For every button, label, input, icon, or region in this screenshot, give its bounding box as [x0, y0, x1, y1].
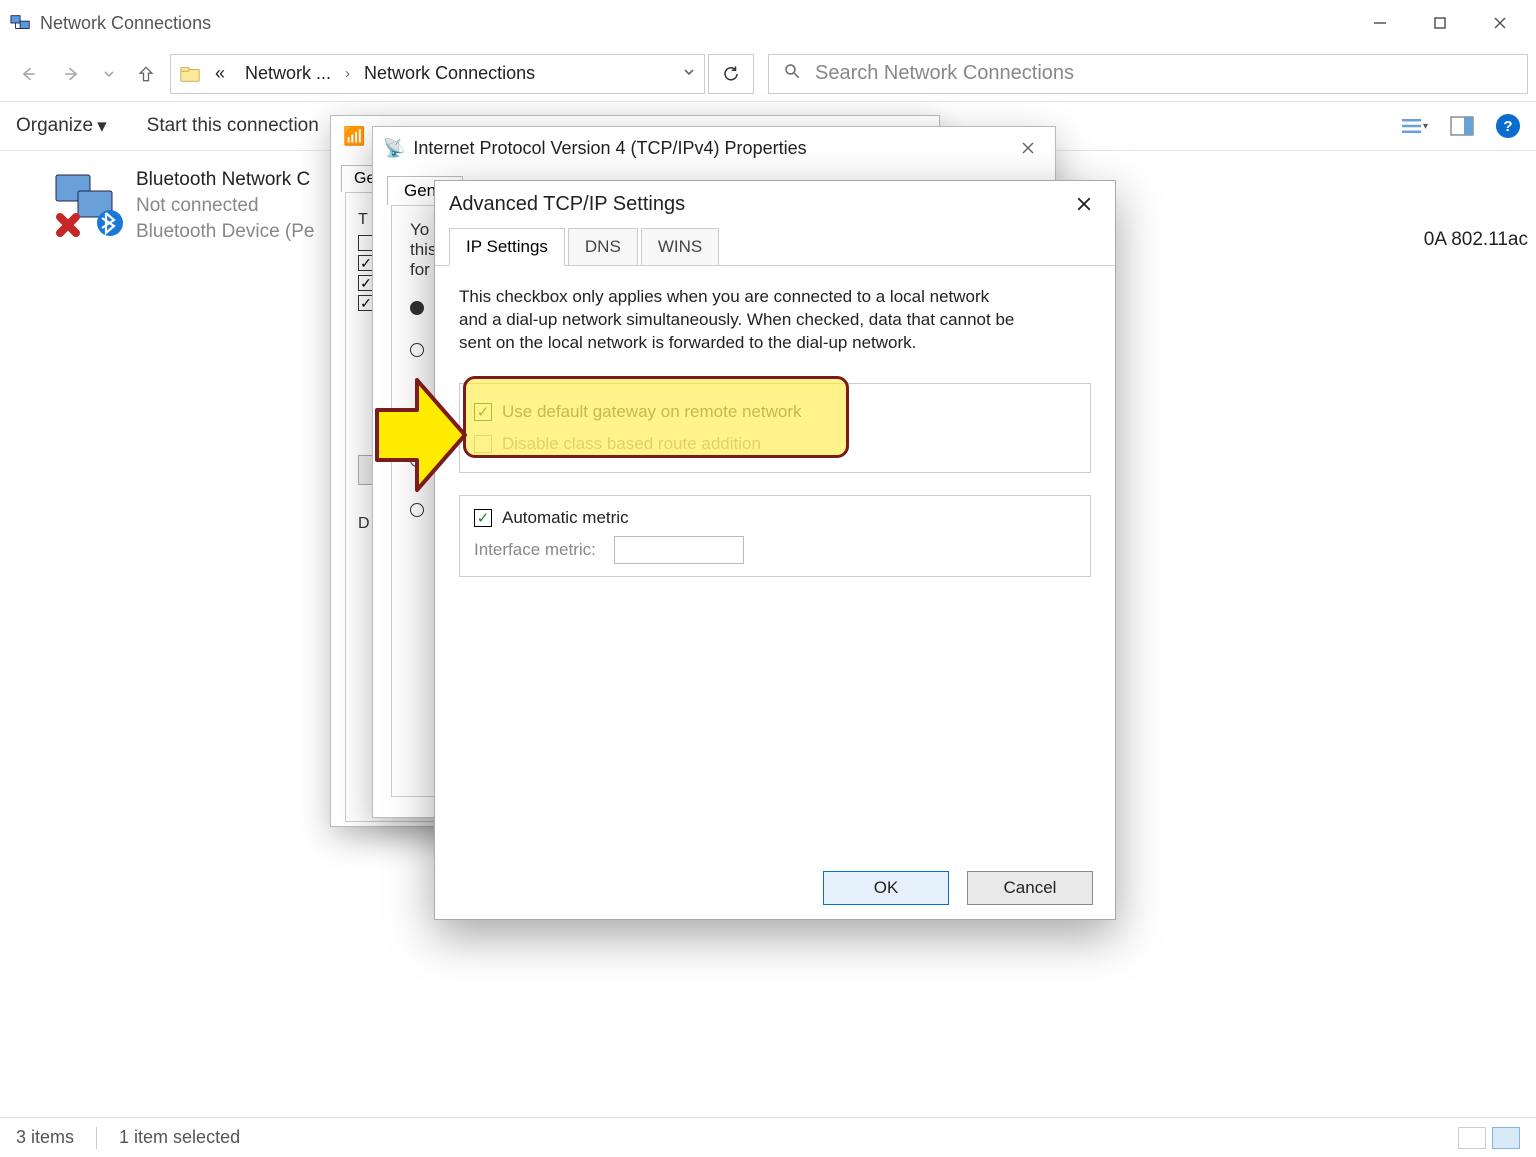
automatic-metric-checkbox[interactable]: Automatic metric — [474, 508, 1076, 528]
advanced-title: Advanced TCP/IP Settings — [449, 193, 685, 216]
network-icon: 📶 — [343, 126, 365, 147]
chevron-right-icon: › — [345, 65, 350, 82]
ipv4-title: Internet Protocol Version 4 (TCP/IPv4) P… — [413, 138, 806, 159]
ok-button[interactable]: OK — [823, 871, 949, 905]
preview-pane-button[interactable] — [1448, 112, 1476, 140]
refresh-button[interactable] — [708, 54, 754, 94]
connection-status: Not connected — [136, 195, 315, 217]
search-input[interactable]: Search Network Connections — [768, 54, 1528, 94]
forward-button[interactable] — [52, 54, 92, 94]
network-connections-icon — [10, 12, 32, 34]
close-button[interactable] — [1067, 187, 1101, 221]
cancel-button[interactable]: Cancel — [967, 871, 1093, 905]
status-selected: 1 item selected — [119, 1127, 240, 1148]
minimize-button[interactable] — [1350, 3, 1410, 43]
view-options-button[interactable]: ▾ — [1400, 112, 1428, 140]
interface-metric-label: Interface metric: — [474, 540, 596, 560]
breadcrumb-connections[interactable]: Network Connections — [358, 63, 541, 84]
use-default-gateway-label: Use default gateway on remote network — [502, 402, 802, 422]
interface-metric-input — [614, 536, 744, 564]
folder-icon — [179, 63, 201, 85]
tab-dns[interactable]: DNS — [568, 228, 638, 266]
connection-item-bluetooth[interactable]: Bluetooth Network C Not connected Blueto… — [50, 169, 315, 243]
disable-class-route-checkbox: Disable class based route addition — [474, 434, 1076, 454]
close-button[interactable] — [1011, 131, 1045, 165]
search-placeholder: Search Network Connections — [815, 62, 1074, 85]
tab-wins[interactable]: WINS — [641, 228, 719, 266]
disable-class-route-label: Disable class based route addition — [502, 434, 761, 454]
details-view-button[interactable] — [1458, 1127, 1486, 1149]
close-button[interactable] — [1470, 3, 1530, 43]
history-dropdown[interactable] — [96, 67, 122, 81]
up-button[interactable] — [126, 54, 166, 94]
address-bar[interactable]: « Network ... › Network Connections — [170, 54, 705, 94]
adapter-name-fragment: 0A 802.11ac — [1424, 229, 1528, 251]
tab-ip-settings[interactable]: IP Settings — [449, 228, 565, 266]
titlebar: Network Connections — [0, 0, 1536, 46]
breadcrumb-network[interactable]: Network ... — [239, 63, 337, 84]
tiles-view-button[interactable] — [1492, 1127, 1520, 1149]
start-connection-button[interactable]: Start this connection — [147, 115, 319, 137]
help-button[interactable]: ? — [1496, 114, 1520, 138]
gateway-group: Use default gateway on remote network Di… — [459, 383, 1091, 473]
network-icon: 📡 — [383, 138, 405, 159]
chevron-down-icon[interactable] — [682, 65, 696, 83]
connection-device: Bluetooth Device (Pe — [136, 221, 315, 243]
connection-name: Bluetooth Network C — [136, 169, 315, 191]
status-items: 3 items — [16, 1127, 74, 1148]
window-title: Network Connections — [40, 13, 211, 34]
breadcrumb-ellipsis[interactable]: « — [209, 63, 231, 84]
search-icon — [783, 62, 801, 86]
statusbar: 3 items 1 item selected — [0, 1117, 1536, 1157]
back-button[interactable] — [8, 54, 48, 94]
checkbox-icon — [474, 435, 492, 453]
checkbox-icon — [474, 509, 492, 527]
metric-group: Automatic metric Interface metric: — [459, 495, 1091, 577]
connection-icon — [50, 169, 128, 239]
chevron-down-icon: ▾ — [97, 115, 107, 138]
automatic-metric-label: Automatic metric — [502, 508, 629, 528]
navigation-bar: « Network ... › Network Connections Sear… — [0, 46, 1536, 101]
checkbox-icon — [474, 403, 492, 421]
maximize-button[interactable] — [1410, 3, 1470, 43]
organize-menu[interactable]: Organize▾ — [16, 115, 107, 138]
use-default-gateway-checkbox[interactable]: Use default gateway on remote network — [474, 402, 1076, 422]
advanced-tcpip-dialog: Advanced TCP/IP Settings IP Settings DNS… — [434, 180, 1116, 920]
description-text: This checkbox only applies when you are … — [459, 286, 1019, 355]
